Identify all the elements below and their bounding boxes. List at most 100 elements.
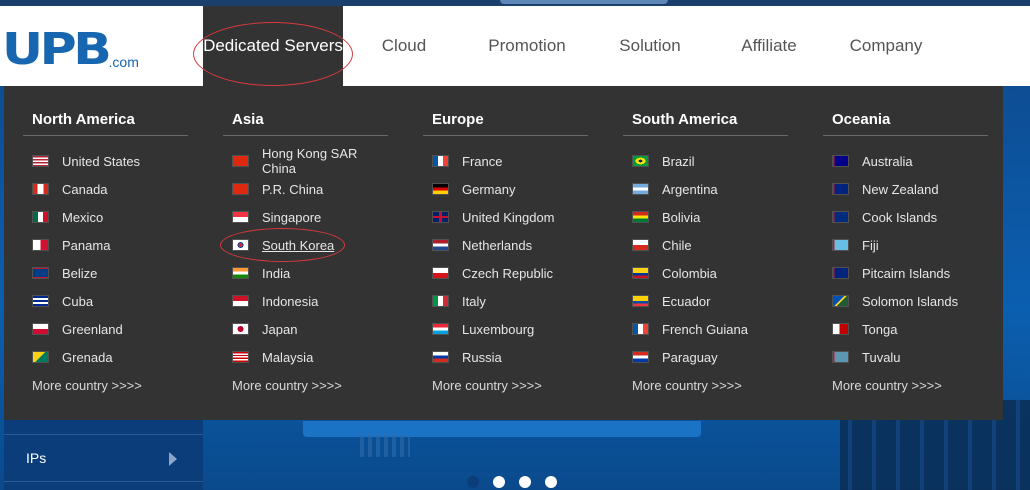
country-link[interactable]: United Kingdom [423,203,588,231]
flag-icon [433,324,448,334]
country-label: India [262,265,291,281]
country-link[interactable]: Paraguay [623,343,788,371]
country-link[interactable]: Chile [623,231,788,259]
country-link[interactable]: Germany [423,175,588,203]
country-label: Russia [462,349,502,365]
country-link[interactable]: Bolivia [623,203,788,231]
flag-icon [833,324,848,334]
country-label: Brazil [662,153,695,169]
country-label: Colombia [662,265,717,281]
country-label: Malaysia [262,349,314,365]
nav-item-label: Cloud [381,36,427,55]
country-label: Luxembourg [462,321,535,337]
country-link[interactable]: India [223,259,388,287]
nav-item-label: Company [849,36,923,55]
carousel-dot[interactable] [519,476,531,488]
flag-icon [633,184,648,194]
country-link[interactable]: Mexico [23,203,188,231]
region-heading: North America [23,86,188,136]
country-link[interactable]: Italy [423,287,588,315]
country-link[interactable]: Cuba [23,287,188,315]
country-link[interactable]: Malaysia [223,343,388,371]
flag-icon [633,240,648,250]
server-rack-image-small [360,435,410,457]
flag-icon [233,268,248,278]
region-column-oceania: Oceania Australia New Zealand Cook Islands F… [823,86,988,399]
flag-icon [633,324,648,334]
nav-item-cloud[interactable]: Cloud [343,6,465,86]
flag-icon [433,212,448,222]
country-link[interactable]: Panama [23,231,188,259]
country-label: Ecuador [662,293,711,309]
country-list: France Germany United Kingdom Netherlands Cz… [423,136,588,371]
nav-item-solution[interactable]: Solution [589,6,711,86]
country-link[interactable]: Argentina [623,175,788,203]
country-link[interactable]: Greenland [23,315,188,343]
side-menu-item-ips[interactable]: IPs [4,434,203,482]
country-link[interactable]: New Zealand [823,175,988,203]
nav-item-company[interactable]: Company [827,6,945,86]
country-link[interactable]: Fiji [823,231,988,259]
country-link[interactable]: Belize [23,259,188,287]
nav-item-promotion[interactable]: Promotion [465,6,589,86]
country-label: Greenland [62,321,123,337]
country-link[interactable]: Russia [423,343,588,371]
region-heading: Asia [223,86,388,136]
country-label: Bolivia [662,209,701,225]
country-link[interactable]: South Korea [220,228,388,262]
country-link[interactable]: Japan [223,315,388,343]
logo-suffix: .com [108,54,139,70]
more-country-link[interactable]: More country >>>> [423,371,588,399]
country-link[interactable]: Tuvalu [823,343,988,371]
country-link[interactable]: Indonesia [223,287,388,315]
carousel-dot[interactable] [493,476,505,488]
country-label: Tonga [862,321,898,337]
logo-mark: UPB [2,24,112,75]
country-link[interactable]: Luxembourg [423,315,588,343]
more-country-link[interactable]: More country >>>> [623,371,788,399]
carousel-dot[interactable] [545,476,557,488]
country-link[interactable]: Czech Republic [423,259,588,287]
region-heading: Oceania [823,86,988,136]
country-label: Canada [62,181,108,197]
country-list: United States Canada Mexico Panama Belize Cub… [23,136,188,371]
country-link[interactable]: Brazil [623,147,788,175]
country-link[interactable]: Ecuador [623,287,788,315]
country-label: Cuba [62,293,94,309]
nav-item-affiliate[interactable]: Affiliate [711,6,827,86]
country-label: Tuvalu [862,349,901,365]
country-link[interactable]: Grenada [23,343,188,371]
site-logo[interactable]: UPB .com [2,26,139,72]
flag-icon [33,324,48,334]
country-label: Paraguay [662,349,718,365]
country-link[interactable]: Cook Islands [823,203,988,231]
country-link[interactable]: Colombia [623,259,788,287]
more-country-link[interactable]: More country >>>> [23,371,188,399]
flag-icon [233,156,248,166]
country-link[interactable]: Tonga [823,315,988,343]
flag-icon [233,324,248,334]
country-link[interactable]: Australia [823,147,988,175]
country-link[interactable]: Netherlands [423,231,588,259]
country-link[interactable]: French Guiana [623,315,788,343]
country-link[interactable]: France [423,147,588,175]
country-label: Panama [62,237,111,253]
more-country-link[interactable]: More country >>>> [823,371,988,399]
more-country-link[interactable]: More country >>>> [223,371,388,399]
country-label: Cook Islands [862,209,938,225]
country-link[interactable]: United States [23,147,188,175]
chevron-right-icon [169,452,177,466]
country-link[interactable]: Solomon Islands [823,287,988,315]
country-label: France [462,153,503,169]
country-link[interactable]: Hong Kong SAR China [223,146,388,176]
country-link[interactable]: P.R. China [223,175,388,203]
flag-icon [33,352,48,362]
country-link[interactable]: Pitcairn Islands [823,259,988,287]
top-strip-tab[interactable] [500,0,668,4]
country-link[interactable]: Singapore [223,203,388,231]
nav-item-dedicated-servers[interactable]: Dedicated Servers [193,6,353,86]
carousel-dot[interactable] [467,476,479,488]
region-heading: South America [623,86,788,136]
country-label: Czech Republic [462,265,554,281]
country-link[interactable]: Canada [23,175,188,203]
